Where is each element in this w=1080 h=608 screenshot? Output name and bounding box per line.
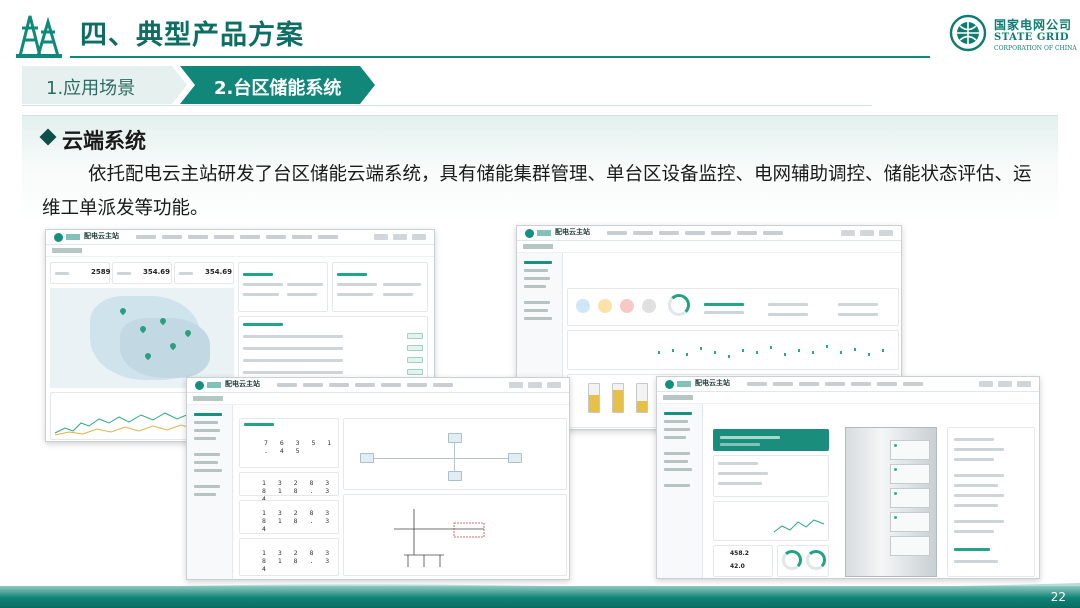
app-title: 配电云主站 xyxy=(695,379,730,387)
app-title: 配电云主站 xyxy=(225,380,260,388)
screenshot-device-monitoring: 配电云主站 7 6 3 5 1 . 4 5 1 3 2 8 3 8 1 8 . … xyxy=(186,377,570,580)
sub-breadcrumb xyxy=(187,393,569,405)
footer-band xyxy=(0,586,1080,608)
user-menu xyxy=(979,381,1031,387)
power-trend-card xyxy=(567,330,899,370)
brand-subtitle: CORPORATION OF CHINA xyxy=(994,45,1077,52)
section-description: 依托配电云主站研发了台区储能云端系统，具有储能集群管理、单台区设备监控、电网辅助… xyxy=(42,164,1032,219)
header-divider xyxy=(70,56,930,58)
power-card xyxy=(713,455,829,497)
battery-icon xyxy=(636,383,648,413)
app-nav xyxy=(136,235,338,239)
battery-icon xyxy=(612,383,624,413)
wiring-diagram-card xyxy=(343,494,567,576)
tab-label: 2.台区储能系统 xyxy=(214,78,342,99)
section-title: 云端系统 xyxy=(62,129,146,153)
app-brand xyxy=(66,234,80,240)
app-nav xyxy=(607,231,783,235)
app-logo-icon xyxy=(665,380,674,389)
kpi-card: 2589 xyxy=(50,262,110,284)
status-card xyxy=(567,288,899,326)
user-menu xyxy=(841,230,893,236)
app-topbar: 配电云主站 xyxy=(46,230,434,245)
tab-label: 1.应用场景 xyxy=(46,78,136,99)
kpi-card: 354.69 xyxy=(174,262,234,284)
meter-card: 1 3 2 8 3 8 1 8 . 3 4 xyxy=(239,500,339,534)
meter-card: 1 3 2 8 3 8 1 8 . 3 4 xyxy=(239,472,339,503)
brand-name-cn: 国家电网公司 xyxy=(994,18,1073,32)
kpi-card: 354.69 xyxy=(112,262,172,284)
soc-gauge xyxy=(668,294,690,316)
topology-card xyxy=(343,418,567,490)
app-sidebar xyxy=(657,404,703,578)
meter-reading: 1 3 2 8 3 8 1 8 . 3 4 xyxy=(262,509,334,533)
app-topbar: 配电云主站 xyxy=(657,377,1039,392)
page-title: 四、典型产品方案 xyxy=(80,20,304,51)
cluster-map[interactable] xyxy=(50,288,234,388)
app-topbar: 配电云主站 xyxy=(517,226,901,241)
app-nav xyxy=(747,382,923,386)
app-nav xyxy=(277,383,453,387)
app-topbar: 配电云主站 xyxy=(187,378,569,393)
app-logo-icon xyxy=(54,233,63,242)
screenshot-device-detail: 配电云主站 458.2 42.0 xyxy=(656,376,1040,579)
energy-sparkline xyxy=(773,519,825,533)
state-grid-emblem-icon xyxy=(949,14,987,52)
brand-name-en: STATE GRID xyxy=(994,32,1070,43)
meter-reading: 1 3 2 8 3 8 1 8 . 3 4 xyxy=(262,549,334,573)
device-info-banner xyxy=(713,429,829,451)
work-order-list xyxy=(238,316,428,386)
kpi-value: 354.69 xyxy=(205,268,233,276)
app-logo-icon xyxy=(195,381,204,390)
kpi-value: 354.69 xyxy=(143,268,171,276)
user-menu xyxy=(374,234,426,240)
energy-storage-cabinet xyxy=(845,427,937,577)
parameters-card xyxy=(947,427,1035,577)
page-number: 22 xyxy=(1050,590,1066,604)
tab-divider xyxy=(22,105,872,106)
readings-card: 458.2 42.0 xyxy=(713,545,773,577)
app-logo-icon xyxy=(525,229,534,238)
slide-header: 四、典型产品方案 国家电网公司 STATE GRID CORPORATION O… xyxy=(0,0,1080,66)
reading-value: 458.2 xyxy=(730,550,749,557)
app-brand xyxy=(677,381,691,387)
battery-icon xyxy=(588,383,600,413)
reading-value: 42.0 xyxy=(730,563,745,570)
user-menu xyxy=(509,382,561,388)
app-brand xyxy=(537,230,551,236)
device-stats-card xyxy=(238,262,328,312)
meter-card: 7 6 3 5 1 . 4 5 xyxy=(239,418,339,468)
soc-gauges xyxy=(777,545,829,577)
meter-reading: 7 6 3 5 1 . 4 5 xyxy=(264,439,336,455)
energy-card xyxy=(713,501,829,541)
sub-breadcrumb xyxy=(46,245,434,257)
app-title: 配电云主站 xyxy=(555,228,590,236)
alarm-stats-card xyxy=(332,262,428,312)
sub-breadcrumb xyxy=(517,241,901,253)
app-sidebar xyxy=(187,405,233,579)
tab-storage-system[interactable]: 2.台区储能系统 xyxy=(180,66,375,104)
app-brand xyxy=(207,382,221,388)
single-line-diagram xyxy=(394,509,485,567)
kpi-value: 2589 xyxy=(91,268,111,276)
app-title: 配电云主站 xyxy=(84,232,119,240)
breadcrumb: 1.应用场景 2.台区储能系统 xyxy=(22,66,375,106)
sub-breadcrumb xyxy=(657,392,1039,404)
tab-application-scenario[interactable]: 1.应用场景 xyxy=(22,66,187,104)
power-tower-logo-icon xyxy=(16,15,62,58)
meter-card: 1 3 2 8 3 8 1 8 . 3 4 xyxy=(239,538,339,576)
